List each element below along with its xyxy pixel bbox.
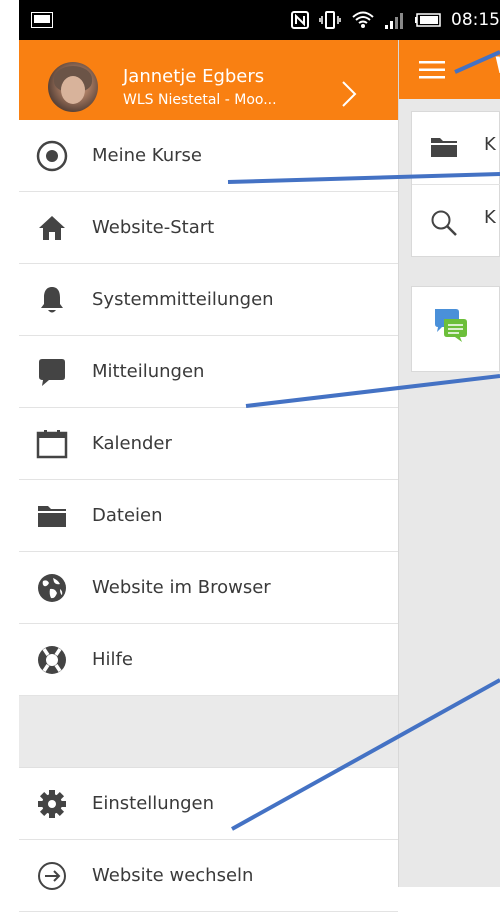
left-margin — [0, 0, 19, 887]
menu-item-label: Website-Start — [92, 217, 215, 238]
content-row[interactable]: K — [412, 112, 500, 184]
user-name: Jannetje Egbers — [123, 66, 265, 87]
content-row[interactable]: K — [412, 184, 500, 257]
menu-item-label: Website im Browser — [92, 577, 271, 598]
menu-item-website-start[interactable]: Website-Start — [19, 192, 398, 264]
bell-icon — [35, 283, 69, 317]
avatar — [48, 62, 98, 112]
menu-item-hilfe[interactable]: Hilfe — [19, 624, 398, 696]
chat-bubble-icon — [35, 355, 69, 389]
hamburger-menu-icon[interactable] — [419, 61, 445, 79]
switch-arrow-icon — [35, 859, 69, 893]
home-icon — [35, 211, 69, 245]
menu-item-website-im-browser[interactable]: Website im Browser — [19, 552, 398, 624]
content-toolbar: W — [399, 40, 500, 99]
menu-item-dateien[interactable]: Dateien — [19, 480, 398, 552]
content-row-label: K — [484, 134, 496, 155]
content-card: K K — [411, 111, 500, 257]
chat-bubbles-icon — [435, 309, 467, 342]
drawer-menu: Meine Kurse Website-Start Systemmitteilu… — [19, 120, 398, 912]
nfc-icon — [291, 11, 309, 29]
status-time: 08:15 — [451, 10, 500, 30]
notification-icon — [31, 12, 53, 28]
chevron-right-icon — [342, 81, 357, 107]
menu-item-label: Kalender — [92, 433, 172, 454]
menu-item-einstellungen[interactable]: Einstellungen — [19, 768, 398, 840]
main-content: W K K — [399, 40, 500, 887]
menu-item-label: Hilfe — [92, 649, 133, 670]
signal-icon — [385, 13, 403, 29]
battery-icon — [415, 13, 441, 27]
menu-item-mitteilungen[interactable]: Mitteilungen — [19, 336, 398, 408]
menu-item-label: Mitteilungen — [92, 361, 205, 382]
drawer-user-header[interactable]: Jannetje Egbers WLS Niestetal - Moo... — [19, 40, 398, 120]
status-bar: 08:15 — [19, 0, 500, 40]
menu-item-website-wechseln[interactable]: Website wechseln — [19, 840, 398, 912]
menu-item-meine-kurse[interactable]: Meine Kurse — [19, 120, 398, 192]
content-card[interactable] — [411, 286, 500, 372]
lifebuoy-icon — [35, 643, 69, 677]
folder-icon — [35, 499, 69, 533]
menu-item-systemmitteilungen[interactable]: Systemmitteilungen — [19, 264, 398, 336]
gear-icon — [35, 787, 69, 821]
menu-divider — [19, 696, 398, 768]
menu-item-label: Dateien — [92, 505, 163, 526]
globe-icon — [35, 571, 69, 605]
wifi-icon — [352, 11, 374, 28]
menu-item-label: Website wechseln — [92, 865, 254, 886]
user-site: WLS Niestetal - Moo... — [123, 92, 277, 108]
search-icon — [431, 210, 457, 236]
calendar-icon — [35, 427, 69, 461]
content-row-label: K — [484, 207, 496, 228]
vibrate-icon — [319, 11, 341, 29]
folder-icon — [431, 138, 457, 157]
navigation-drawer: Jannetje Egbers WLS Niestetal - Moo... M… — [19, 40, 399, 912]
menu-item-label: Systemmitteilungen — [92, 289, 274, 310]
target-circle-icon — [35, 139, 69, 173]
toolbar-title: W — [495, 54, 500, 79]
menu-item-label: Einstellungen — [92, 793, 215, 814]
menu-item-kalender[interactable]: Kalender — [19, 408, 398, 480]
menu-item-label: Meine Kurse — [92, 145, 202, 166]
